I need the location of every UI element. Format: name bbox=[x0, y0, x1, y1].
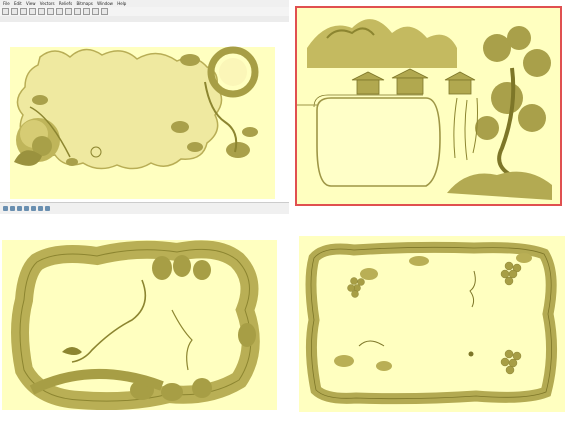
menu-window[interactable]: Window bbox=[97, 1, 113, 6]
grid-icon[interactable] bbox=[31, 206, 36, 211]
bamboo-grape-relief[interactable] bbox=[299, 236, 565, 412]
zoom-icon[interactable] bbox=[47, 8, 54, 15]
peony-vine-relief bbox=[10, 46, 275, 199]
relief-software-window: File Edit View Vectors Reliefs Bitmaps W… bbox=[0, 0, 289, 214]
menu-view[interactable]: View bbox=[26, 1, 36, 6]
view-2d-icon[interactable] bbox=[3, 206, 8, 211]
menu-vectors[interactable]: Vectors bbox=[40, 1, 55, 6]
group-icon[interactable] bbox=[92, 8, 99, 15]
pagoda-landscape-relief[interactable] bbox=[295, 6, 562, 206]
menu-bar: File Edit View Vectors Reliefs Bitmaps W… bbox=[0, 0, 289, 7]
menu-file[interactable]: File bbox=[3, 1, 10, 6]
snap-icon[interactable] bbox=[38, 206, 43, 211]
menu-edit[interactable]: Edit bbox=[14, 1, 22, 6]
transform-icon[interactable] bbox=[74, 8, 81, 15]
bamboo-grape-art bbox=[299, 236, 565, 412]
fruit-vine-relief[interactable] bbox=[2, 240, 277, 410]
menu-bitmaps[interactable]: Bitmaps bbox=[76, 1, 92, 6]
layer-icon[interactable] bbox=[45, 206, 50, 211]
status-bar bbox=[0, 202, 289, 214]
menu-help[interactable]: Help bbox=[117, 1, 126, 6]
butterfly bbox=[468, 351, 474, 357]
node-icon[interactable] bbox=[65, 8, 72, 15]
new-icon[interactable] bbox=[2, 8, 9, 15]
3d-viewport[interactable] bbox=[0, 22, 289, 202]
select-icon[interactable] bbox=[56, 8, 63, 15]
light-icon[interactable] bbox=[24, 206, 29, 211]
inner-frame bbox=[316, 97, 441, 187]
save-icon[interactable] bbox=[20, 8, 27, 15]
main-toolbar bbox=[0, 7, 289, 16]
align-icon[interactable] bbox=[83, 8, 90, 15]
view-3d-icon[interactable] bbox=[10, 206, 15, 211]
redo-icon[interactable] bbox=[38, 8, 45, 15]
open-icon[interactable] bbox=[11, 8, 18, 15]
ring-center bbox=[219, 58, 247, 86]
undo-icon[interactable] bbox=[29, 8, 36, 15]
menu-reliefs[interactable]: Reliefs bbox=[59, 1, 72, 6]
fruit-vine-art bbox=[2, 240, 277, 410]
shade-icon[interactable] bbox=[17, 206, 22, 211]
measure-icon[interactable] bbox=[101, 8, 108, 15]
pagoda-landscape-art bbox=[297, 8, 560, 204]
